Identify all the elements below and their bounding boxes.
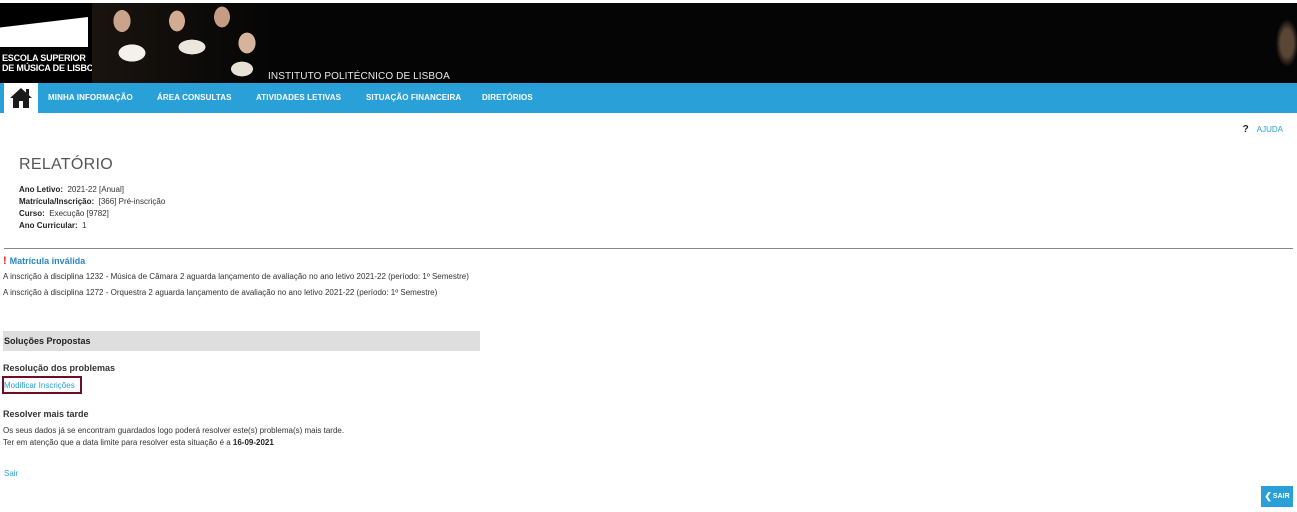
- later-title: Resolver mais tarde: [3, 409, 89, 419]
- sair-button-label: SAIR: [1272, 493, 1290, 500]
- main-nav: MINHA INFORMAÇÃO ÁREA CONSULTAS ATIVIDAD…: [0, 83, 1297, 113]
- info-matricula: Matrícula/Inscrição: [366] Pré-inscrição: [19, 197, 165, 206]
- exit-arrow-icon: ❮: [1264, 491, 1272, 501]
- home-icon: [10, 88, 32, 108]
- info-value: 2021-22 [Anual]: [67, 185, 124, 194]
- nav-item-minha-informacao[interactable]: MINHA INFORMAÇÃO: [48, 83, 133, 113]
- sair-button[interactable]: ❮ SAIR: [1261, 486, 1293, 507]
- help-link[interactable]: ? AJUDA: [1243, 124, 1283, 135]
- nav-item-situacao-financeira[interactable]: SITUAÇÃO FINANCEIRA: [366, 83, 461, 113]
- logo-text-line2: DE MÚSICA DE LISBOA: [2, 63, 100, 73]
- nav-item-atividades-letivas[interactable]: ATIVIDADES LETIVAS: [256, 83, 341, 113]
- deadline-date: 16-09-2021: [232, 438, 274, 447]
- solutions-header-text: Soluções Propostas: [4, 336, 91, 346]
- deadline-text: Ter em atenção que a data limite para re…: [3, 438, 274, 447]
- section-divider: [4, 248, 1293, 249]
- help-label: AJUDA: [1256, 125, 1283, 134]
- institution-name: INSTITUTO POLITÉCNICO DE LISBOA: [268, 71, 450, 82]
- warning-icon: !: [3, 255, 7, 267]
- nav-item-diretorios[interactable]: DIRETÓRIOS: [482, 83, 533, 113]
- deadline-prefix: Ter em atenção que a data limite para re…: [3, 438, 233, 447]
- info-ano-curricular: Ano Curricular: 1: [19, 221, 87, 230]
- school-logo[interactable]: ESCOLA SUPERIOR DE MÚSICA DE LISBOA: [0, 3, 100, 83]
- info-label: Curso:: [19, 209, 45, 218]
- error-title: ! Matrícula inválida: [3, 255, 85, 267]
- help-icon: ?: [1242, 124, 1249, 135]
- info-label: Ano Curricular:: [19, 221, 78, 230]
- info-label: Ano Letivo:: [19, 185, 63, 194]
- error-line: A inscrição à disciplina 1272 - Orquestr…: [3, 288, 438, 297]
- page-title: RELATÓRIO: [19, 156, 113, 173]
- logo-text-line1: ESCOLA SUPERIOR: [2, 53, 86, 63]
- solutions-header: Soluções Propostas: [3, 331, 480, 351]
- modify-inscricoes-link[interactable]: Modificar Inscrições: [4, 381, 75, 390]
- sair-link[interactable]: Sair: [4, 469, 18, 478]
- info-value: Execução [9782]: [49, 209, 109, 218]
- error-line: A inscrição à disciplina 1232 - Música d…: [3, 272, 469, 281]
- logo-swoosh: [0, 17, 88, 47]
- nav-item-area-consultas[interactable]: ÁREA CONSULTAS: [157, 83, 232, 113]
- modify-highlight-box: Modificar Inscrições: [2, 376, 82, 394]
- home-button[interactable]: [4, 83, 38, 113]
- resolution-title: Resolução dos problemas: [3, 363, 116, 373]
- later-text: Os seus dados já se encontram guardados …: [3, 426, 345, 435]
- info-label: Matrícula/Inscrição:: [19, 197, 95, 206]
- info-ano-letivo: Ano Letivo: 2021-22 [Anual]: [19, 185, 124, 194]
- info-value: [366] Pré-inscrição: [98, 197, 166, 206]
- info-value: 1: [82, 221, 87, 230]
- info-curso: Curso: Execução [9782]: [19, 209, 109, 218]
- banner-photo-right: [1257, 3, 1297, 83]
- header-banner: ESCOLA SUPERIOR DE MÚSICA DE LISBOA INST…: [0, 3, 1297, 83]
- error-title-text: Matrícula inválida: [9, 256, 86, 266]
- choir-photo: [92, 3, 272, 83]
